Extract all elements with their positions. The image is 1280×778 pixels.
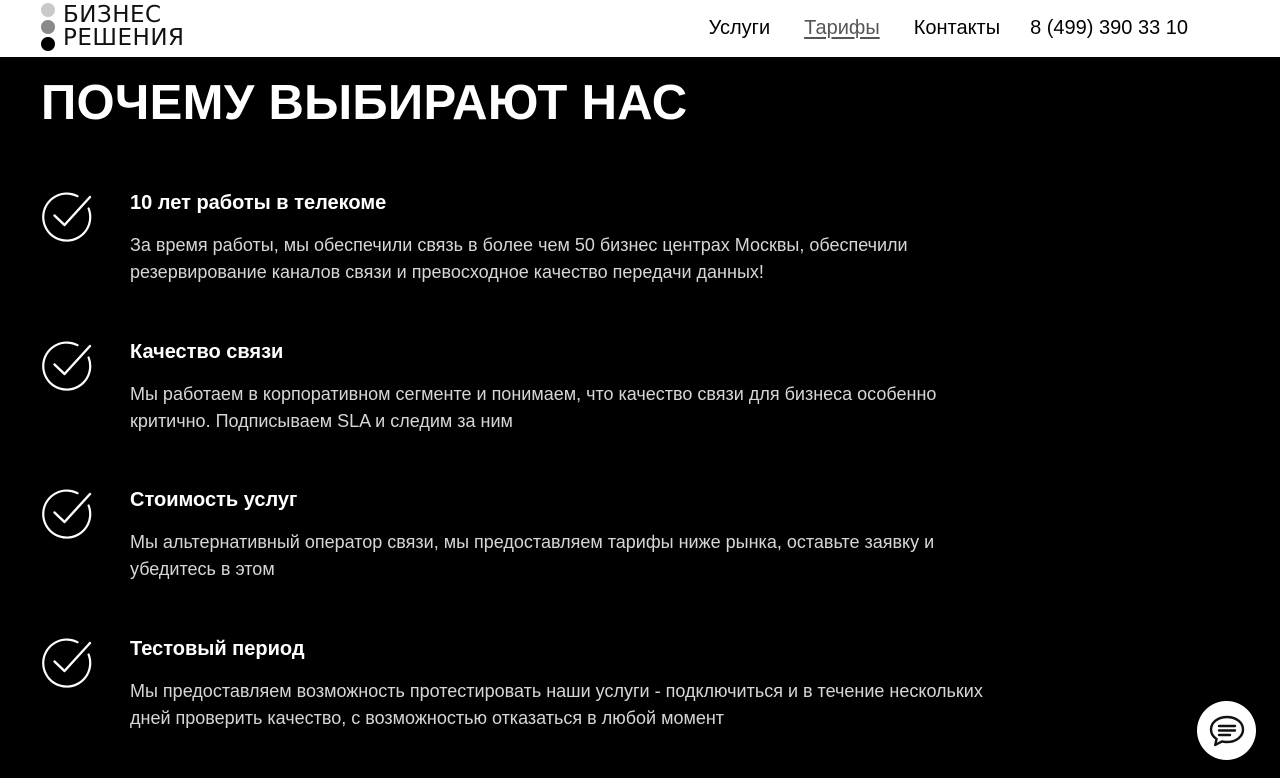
check-circle-icon bbox=[42, 192, 92, 242]
check-circle-icon bbox=[42, 489, 92, 539]
logo-dot-dark bbox=[41, 37, 55, 51]
logo-line-2: РЕШЕНИЯ bbox=[63, 25, 185, 51]
feature-title: Качество связи bbox=[130, 341, 284, 363]
feature-title: 10 лет работы в телекоме bbox=[130, 192, 387, 214]
nav-link-services[interactable]: Услуги bbox=[709, 17, 771, 40]
feature-text: За время работы, мы обеспечили связь в б… bbox=[130, 235, 908, 282]
feature-title: Стоимость услуг bbox=[130, 489, 298, 511]
nav-link-tariffs[interactable]: Тарифы bbox=[804, 17, 880, 40]
logo-dot-light bbox=[41, 3, 55, 17]
chat-bubble-icon bbox=[1209, 715, 1244, 746]
check-circle-icon bbox=[42, 341, 92, 391]
logo-line-1: БИЗНЕС bbox=[63, 2, 162, 28]
logo-dot-mid bbox=[41, 20, 55, 34]
logo-text: БИЗНЕС РЕШЕНИЯ bbox=[63, 4, 185, 50]
feature-text: Мы альтернативный оператор связи, мы пре… bbox=[130, 532, 935, 579]
main-nav: Услуги Тарифы Контакты 8 (499) 390 33 10 bbox=[709, 0, 1188, 57]
nav-link-contacts[interactable]: Контакты bbox=[914, 17, 1000, 40]
section-title: ПОЧЕМУ ВЫБИРАЮТ НАС bbox=[41, 76, 688, 130]
feature-text: Мы предоставляем возможность протестиров… bbox=[130, 681, 983, 728]
logo[interactable]: БИЗНЕС РЕШЕНИЯ bbox=[40, 2, 185, 52]
chat-widget-button[interactable] bbox=[1197, 701, 1256, 760]
check-circle-icon bbox=[42, 638, 92, 688]
feature-title: Тестовый период bbox=[130, 638, 305, 660]
site-header: БИЗНЕС РЕШЕНИЯ Услуги Тарифы Контакты 8 … bbox=[0, 0, 1280, 57]
logo-dots-icon bbox=[40, 2, 56, 52]
feature-text: Мы работаем в корпоративном сегменте и п… bbox=[130, 384, 937, 431]
phone-link[interactable]: 8 (499) 390 33 10 bbox=[1030, 17, 1188, 40]
